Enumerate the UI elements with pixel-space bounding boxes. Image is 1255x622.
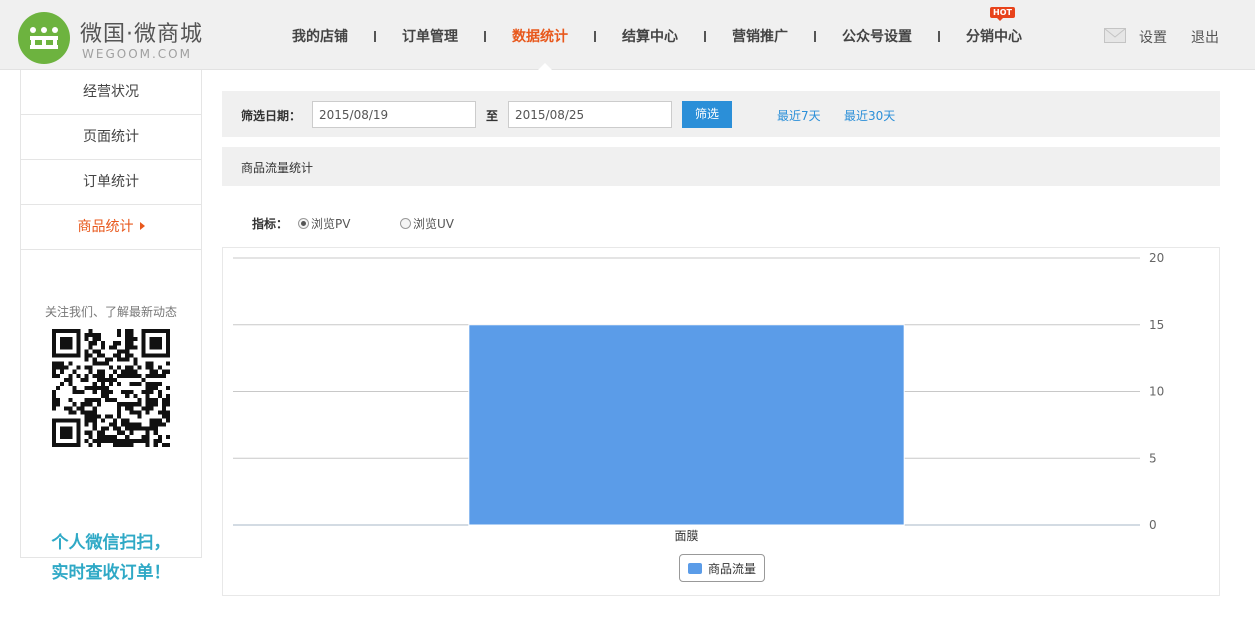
x-tick-label: 面膜 bbox=[674, 529, 698, 543]
nav-settlement[interactable]: 结算中心 bbox=[622, 26, 678, 46]
metric-label: 指标： bbox=[252, 217, 289, 231]
brand-logo-icon[interactable] bbox=[18, 12, 70, 64]
last-30-days-link[interactable]: 最近30天 bbox=[844, 107, 895, 124]
nav-distribution-label: 分销中心 bbox=[966, 29, 1022, 45]
mail-icon[interactable] bbox=[1104, 28, 1126, 43]
qr-code-icon bbox=[52, 329, 170, 447]
to-label: 至 bbox=[486, 109, 499, 123]
radio-pv[interactable]: 浏览PV bbox=[298, 215, 350, 232]
radio-unchecked-icon bbox=[400, 218, 411, 229]
y-tick-label: 0 bbox=[1149, 518, 1157, 532]
nav-divider bbox=[374, 30, 376, 42]
sidebar-item-order-stats[interactable]: 订单统计 bbox=[21, 160, 201, 205]
hot-badge: HOT bbox=[990, 7, 1015, 21]
bar-chart: 0 5 10 15 20 面膜 bbox=[233, 251, 1164, 543]
nav-marketing[interactable]: 营销推广 bbox=[732, 26, 788, 46]
nav-divider bbox=[594, 30, 596, 42]
follow-text: 关注我们、了解最新动态 bbox=[44, 305, 177, 319]
sidebar-item-business-overview[interactable]: 经营状况 bbox=[21, 70, 201, 115]
slogan-line-2: 实时查收订单！ bbox=[51, 563, 171, 583]
chart-container: 0 5 10 15 20 面膜 商品流量 bbox=[222, 247, 1220, 596]
caret-right-icon bbox=[139, 222, 145, 230]
section-header: 商品流量统计 bbox=[222, 147, 1220, 186]
sidebar-item-product-stats[interactable]: 商品统计 bbox=[21, 205, 201, 250]
nav-divider bbox=[814, 30, 816, 42]
nav-wechat-settings[interactable]: 公众号设置 bbox=[842, 26, 912, 46]
radio-uv[interactable]: 浏览UV bbox=[400, 215, 454, 232]
active-nav-pointer bbox=[537, 63, 553, 71]
filter-date-label: 筛选日期： bbox=[241, 109, 302, 123]
nav-divider bbox=[484, 30, 486, 42]
filter-button[interactable]: 筛选 bbox=[682, 101, 732, 128]
end-date-input[interactable] bbox=[508, 101, 672, 128]
sidebar-item-label: 商品统计 bbox=[77, 219, 134, 235]
top-header: 微国·微商城 WEGOOM.COM 我的店铺 订单管理 数据统计 结算中心 营销… bbox=[0, 0, 1255, 71]
last-7-days-link[interactable]: 最近7天 bbox=[777, 107, 821, 124]
brand-domain: WEGOOM.COM bbox=[82, 47, 192, 61]
y-tick-label: 5 bbox=[1149, 451, 1157, 465]
legend-swatch bbox=[688, 562, 702, 574]
nav-distribution[interactable]: HOT 分销中心 bbox=[966, 7, 1022, 46]
logout-link[interactable]: 退出 bbox=[1191, 27, 1219, 47]
brand-name: 微国·微商城 bbox=[80, 22, 203, 47]
nav-divider bbox=[704, 30, 706, 42]
nav-my-shop[interactable]: 我的店铺 bbox=[292, 26, 348, 46]
nav-statistics[interactable]: 数据统计 bbox=[512, 26, 568, 46]
start-date-input[interactable] bbox=[312, 101, 476, 128]
chart-legend[interactable]: 商品流量 bbox=[679, 554, 766, 582]
radio-checked-icon bbox=[298, 218, 309, 229]
nav-divider bbox=[938, 30, 940, 42]
radio-label: 浏览PV bbox=[311, 217, 351, 231]
main-nav: 我的店铺 订单管理 数据统计 结算中心 营销推广 公众号设置 HOT 分销中心 bbox=[292, 7, 1022, 46]
nav-orders[interactable]: 订单管理 bbox=[402, 26, 458, 46]
y-tick-label: 10 bbox=[1149, 385, 1164, 399]
y-tick-label: 20 bbox=[1149, 251, 1164, 265]
date-filter-bar: 筛选日期： 至 筛选 最近7天 最近30天 bbox=[222, 91, 1220, 137]
sidebar: 经营状况 页面统计 订单统计 商品统计 关注我们、了解最新动态 个人微信扫扫， … bbox=[20, 70, 202, 583]
sidebar-item-page-stats[interactable]: 页面统计 bbox=[21, 115, 201, 160]
radio-label: 浏览UV bbox=[413, 217, 454, 231]
y-tick-label: 15 bbox=[1149, 318, 1164, 332]
legend-label: 商品流量 bbox=[708, 561, 757, 576]
settings-link[interactable]: 设置 bbox=[1139, 27, 1167, 47]
slogan-line-1: 个人微信扫扫， bbox=[51, 533, 171, 553]
section-title: 商品流量统计 bbox=[241, 161, 314, 175]
bar bbox=[468, 324, 905, 526]
